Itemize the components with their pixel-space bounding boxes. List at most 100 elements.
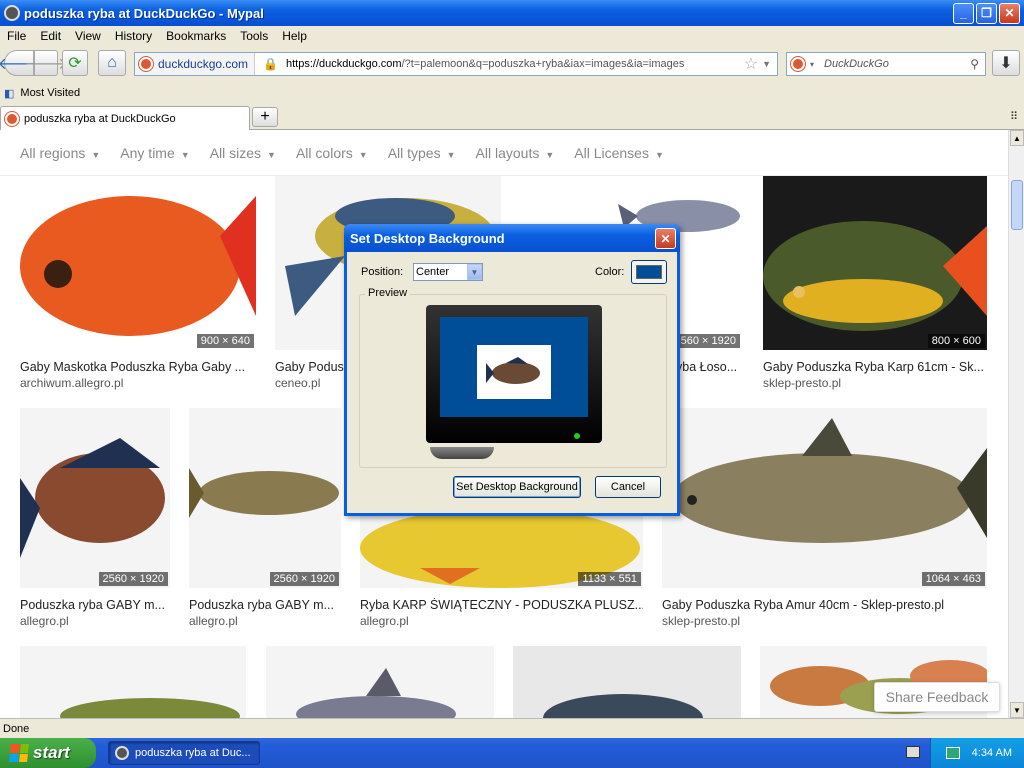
filter-regions[interactable]: All regions ▼ (20, 145, 100, 161)
filter-colors[interactable]: All colors ▼ (296, 145, 368, 161)
image-result[interactable]: 2560 × 1920 Poduszka ryba GABY m... alle… (189, 408, 341, 628)
result-source[interactable]: sklep-presto.pl (662, 614, 740, 628)
caret-down-icon: ▼ (446, 149, 456, 160)
result-title[interactable]: yba Łoso... (676, 360, 742, 374)
window-title: poduszka ryba at DuckDuckGo - Mypal (24, 5, 264, 21)
site-identity-box[interactable]: duckduckgo.com (135, 53, 256, 75)
result-thumbnail[interactable]: 1064 × 463 (662, 408, 987, 588)
menu-bookmarks[interactable]: Bookmarks (159, 29, 233, 43)
dialog-title: Set Desktop Background (350, 230, 505, 246)
dimensions-badge: 2560 × 1920 (269, 572, 339, 586)
filter-label: Any time (120, 144, 175, 161)
filter-label: All regions (20, 144, 86, 161)
home-button[interactable]: ⌂ (98, 50, 126, 76)
close-button[interactable]: ✕ (999, 2, 1020, 24)
result-source[interactable]: allegro.pl (20, 614, 69, 628)
search-magnifier-icon[interactable]: ⚲ (970, 57, 979, 71)
menu-edit[interactable]: Edit (33, 29, 68, 43)
search-engine-icon[interactable] (791, 57, 805, 71)
filter-sizes[interactable]: All sizes ▼ (210, 145, 276, 161)
menu-help[interactable]: Help (275, 29, 314, 43)
image-result[interactable] (266, 646, 494, 718)
image-result[interactable]: 800 × 600 Gaby Poduszka Ryba Karp 61cm -… (763, 176, 987, 392)
tab-grid-icon[interactable]: ⠿ (1010, 110, 1018, 123)
vertical-scrollbar[interactable]: ▲ ▼ (1008, 130, 1024, 718)
network-tray-icon[interactable] (945, 747, 960, 759)
result-title[interactable]: Poduszka ryba GABY m... (20, 598, 170, 612)
scroll-up-icon[interactable]: ▲ (1010, 130, 1024, 146)
image-result[interactable]: 900 × 640 Gaby Maskotka Poduszka Ryba Ga… (20, 176, 256, 392)
url-text[interactable]: https://duckduckgo.com/?t=palemoon&q=pod… (278, 58, 744, 70)
result-title[interactable]: Gaby Maskotka Poduszka Ryba Gaby ... (20, 360, 256, 374)
color-picker-button[interactable] (631, 260, 667, 284)
image-result[interactable]: 1064 × 463 Gaby Poduszka Ryba Amur 40cm … (662, 408, 987, 628)
keyboard-icon[interactable] (906, 746, 920, 758)
downloads-button[interactable]: ⬇ (992, 50, 1020, 76)
result-source[interactable]: archiwum.allegro.pl (20, 376, 123, 390)
result-source[interactable]: sklep-presto.pl (763, 376, 841, 390)
minimize-button[interactable]: _ (953, 2, 974, 24)
search-bar[interactable]: ▾ DuckDuckGo ⚲ (786, 52, 986, 76)
filter-label: All sizes (209, 144, 262, 161)
maximize-button[interactable]: ❐ (976, 2, 997, 24)
search-input[interactable]: DuckDuckGo (814, 58, 970, 70)
result-thumbnail[interactable]: 2560 × 1920 (20, 408, 170, 588)
forward-button[interactable]: 🡒 (25, 50, 67, 76)
status-bar: Done (0, 718, 1024, 738)
filter-licenses[interactable]: All Licenses ▼ (574, 145, 664, 161)
taskbar-item-label: poduszka ryba at Duc... (135, 747, 251, 759)
result-title[interactable]: Poduszka ryba GABY m... (189, 598, 341, 612)
image-result[interactable] (513, 646, 741, 718)
scroll-thumb[interactable] (1011, 180, 1023, 230)
new-tab-button[interactable]: + (252, 107, 278, 127)
menu-file[interactable]: File (0, 29, 33, 43)
share-feedback-button[interactable]: Share Feedback (874, 682, 1000, 712)
result-title[interactable]: Gaby Poduszka Ryba Karp 61cm - Sk... (763, 360, 987, 374)
result-title[interactable]: Ryba KARP ŚWIĄTECZNY - PODUSZKA PLUSZ... (360, 598, 643, 612)
result-title[interactable]: Gaby Podus (275, 360, 345, 374)
menu-history[interactable]: History (108, 29, 159, 43)
filter-label: All layouts (475, 144, 540, 161)
url-dropdown-icon[interactable]: ▼ (762, 59, 771, 69)
bookmark-star-icon[interactable]: ☆ (744, 54, 758, 74)
filter-layouts[interactable]: All layouts ▼ (476, 145, 555, 161)
cancel-button[interactable]: Cancel (595, 476, 661, 498)
result-thumbnail[interactable] (513, 646, 741, 718)
lock-icon: 🔒 (263, 57, 278, 71)
start-button[interactable]: start (0, 738, 96, 768)
result-thumbnail[interactable]: 800 × 600 (763, 176, 987, 350)
result-thumbnail[interactable]: 900 × 640 (20, 176, 256, 350)
menu-view[interactable]: View (68, 29, 108, 43)
fish-image (266, 646, 494, 718)
clock[interactable]: 4:34 AM (972, 747, 1012, 759)
result-source[interactable]: ceneo.pl (275, 376, 320, 390)
scroll-down-icon[interactable]: ▼ (1010, 702, 1024, 718)
filter-types[interactable]: All types ▼ (388, 145, 456, 161)
image-result[interactable]: 2560 × 1920 Poduszka ryba GABY m... alle… (20, 408, 170, 628)
result-title[interactable]: Gaby Poduszka Ryba Amur 40cm - Sklep-pre… (662, 598, 987, 612)
menu-tools[interactable]: Tools (233, 29, 275, 43)
reload-button[interactable]: ⟳ (62, 50, 88, 76)
desktop-preview-screen (440, 317, 588, 417)
result-thumbnail[interactable] (20, 646, 246, 718)
image-result[interactable] (20, 646, 246, 718)
monitor-stand (430, 447, 494, 459)
site-identity-label: duckduckgo.com (158, 57, 249, 71)
set-desktop-background-button[interactable]: Set Desktop Background (453, 476, 581, 498)
result-source[interactable]: allegro.pl (189, 614, 238, 628)
dialog-title-bar[interactable]: Set Desktop Background ✕ (344, 224, 680, 252)
taskbar-item-browser[interactable]: poduszka ryba at Duc... (108, 741, 260, 765)
position-select[interactable]: Center ▼ (413, 263, 483, 281)
dialog-close-button[interactable]: ✕ (655, 228, 676, 249)
filter-time[interactable]: Any time ▼ (120, 145, 189, 161)
result-source[interactable]: allegro.pl (360, 614, 409, 628)
fish-image (763, 176, 987, 350)
most-visited-bookmark[interactable]: Most Visited (20, 87, 80, 99)
url-host: https://duckduckgo.com (286, 58, 402, 70)
result-thumbnail[interactable]: 2560 × 1920 (189, 408, 341, 588)
start-label: start (33, 743, 70, 762)
tab-duckduckgo[interactable]: poduszka ryba at DuckDuckGo (0, 106, 250, 130)
result-thumbnail[interactable] (266, 646, 494, 718)
url-bar[interactable]: duckduckgo.com 🔒 https://duckduckgo.com/… (134, 52, 778, 76)
chevron-down-icon[interactable]: ▼ (467, 264, 482, 280)
